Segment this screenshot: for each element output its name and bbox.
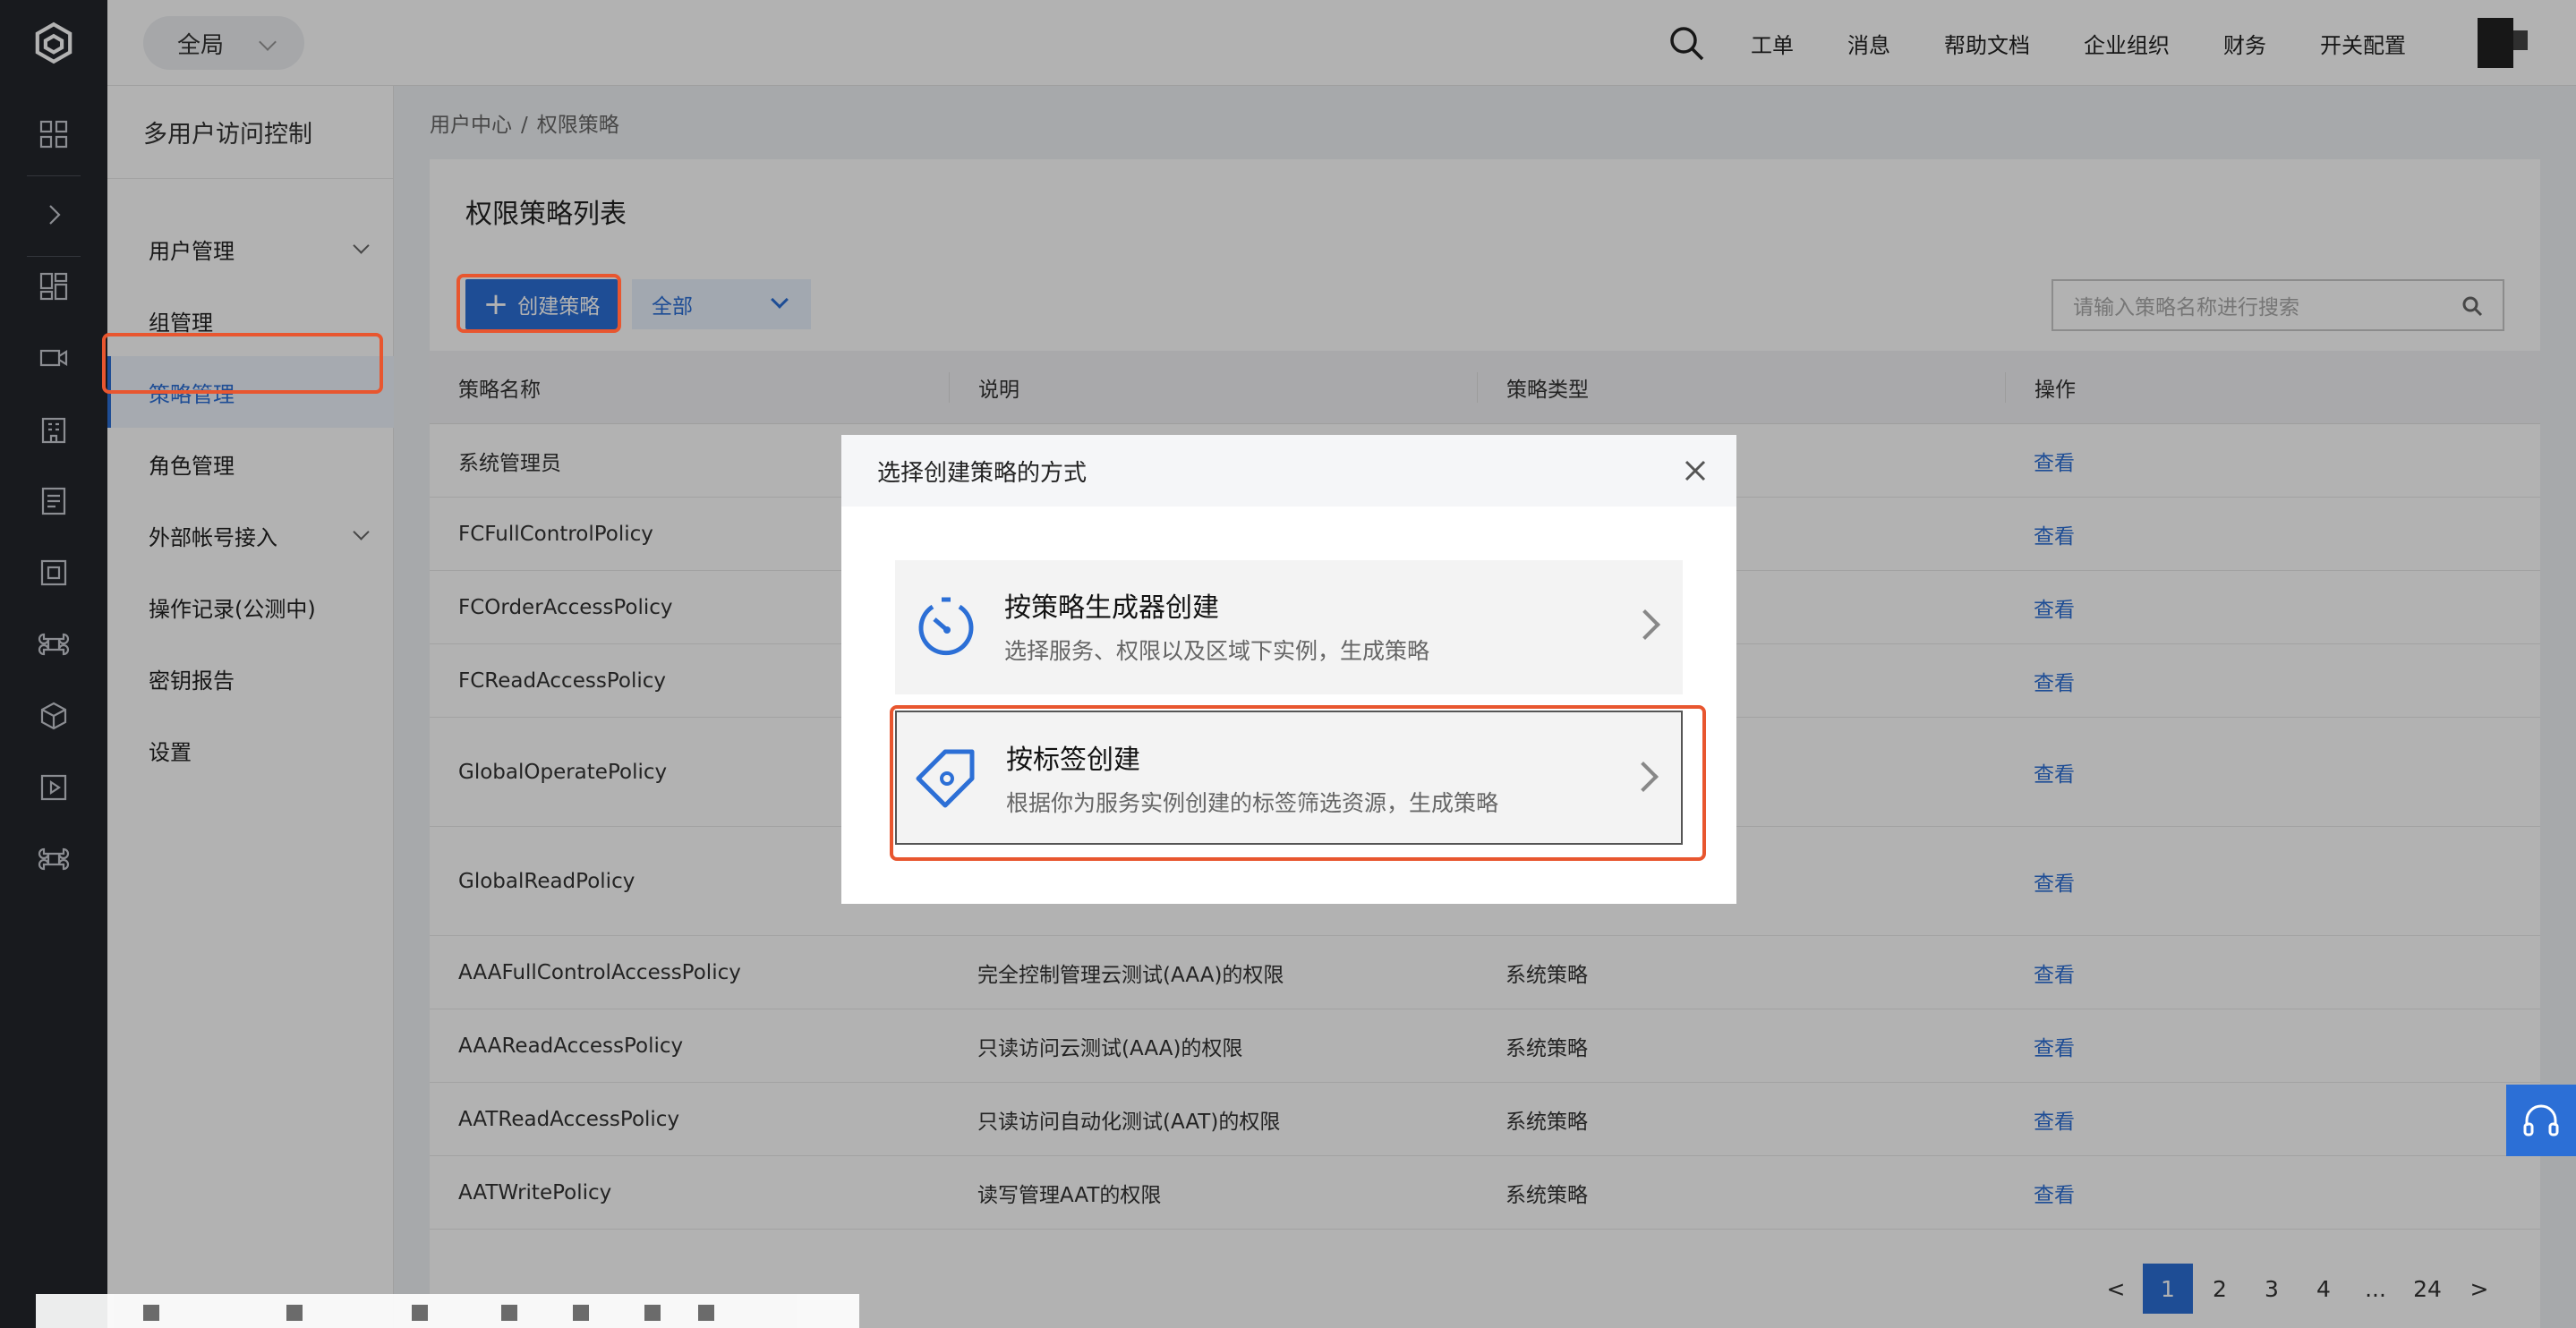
redacted-strip (36, 1294, 859, 1328)
dialog-title: 选择创建策略的方式 (841, 435, 1736, 507)
headset-icon (2523, 1104, 2559, 1136)
generator-dial-icon (918, 597, 974, 656)
highlight-tag-option (890, 705, 1706, 861)
option-description: 选择服务、权限以及区域下实例，生成策略 (1004, 638, 1430, 664)
option-title: 按策略生成器创建 (1004, 592, 1219, 624)
close-icon[interactable] (1681, 456, 1710, 485)
support-button[interactable] (2506, 1085, 2576, 1156)
option-policy-generator[interactable]: 按策略生成器创建 选择服务、权限以及区域下实例，生成策略 (895, 560, 1683, 694)
highlight-create-button (456, 274, 621, 333)
highlight-policy-management (102, 333, 383, 394)
chevron-right-icon (1630, 609, 1660, 640)
